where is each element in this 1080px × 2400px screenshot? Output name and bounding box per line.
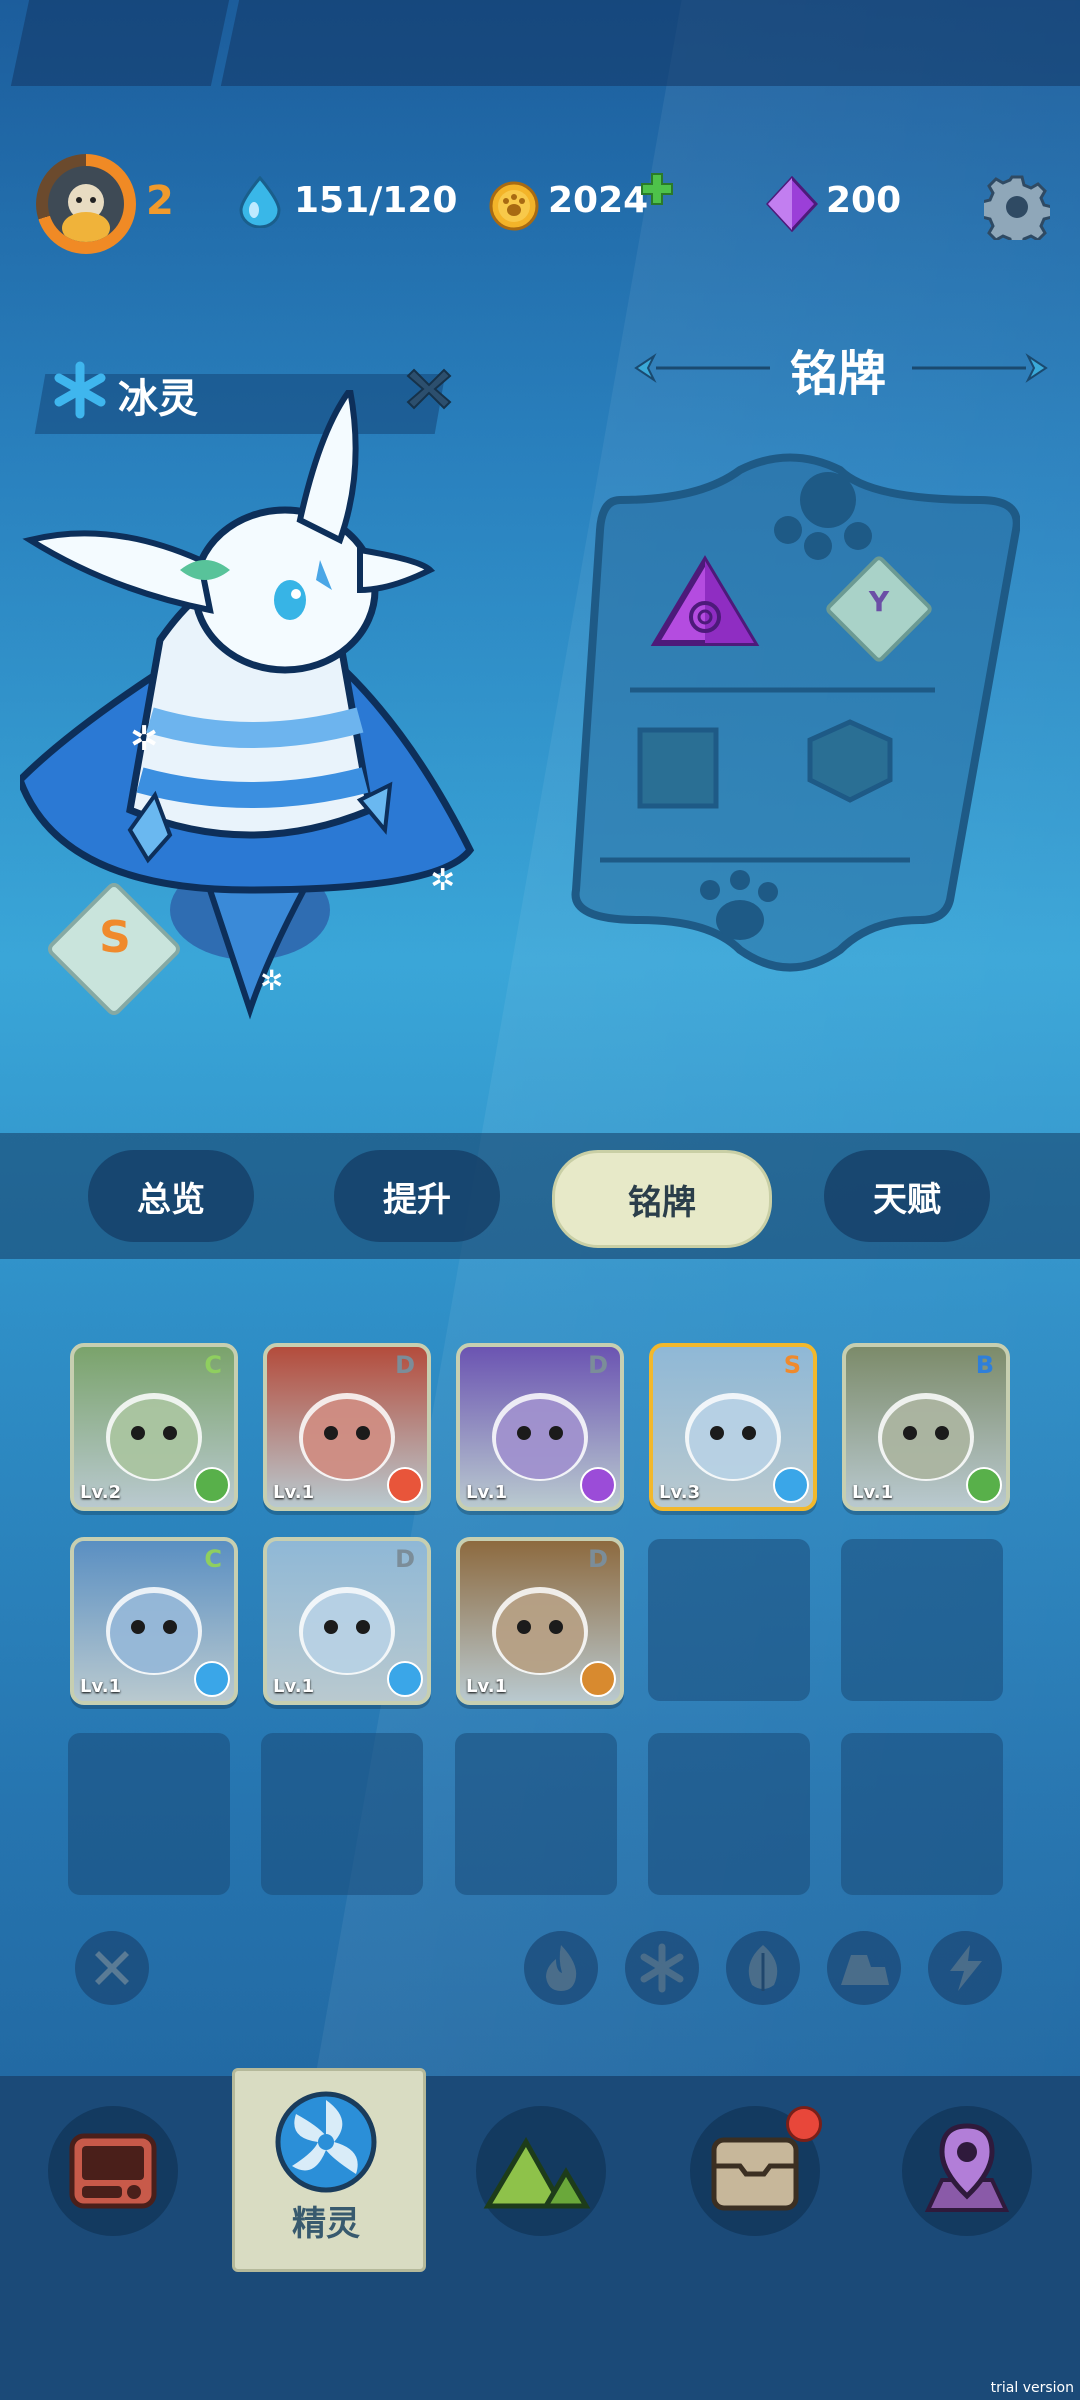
roster-card[interactable]: D Lv.1 xyxy=(456,1537,624,1705)
water-drop-icon xyxy=(239,176,281,228)
roster-card[interactable]: D Lv.1 xyxy=(263,1537,431,1705)
nav-creatures-label: 精灵 xyxy=(292,2204,360,2244)
card-level: Lv.1 xyxy=(273,1482,315,1503)
card-level: Lv.1 xyxy=(852,1482,894,1503)
ice-icon xyxy=(640,1943,684,1993)
filter-lightning-button[interactable] xyxy=(928,1931,1002,2005)
card-grade: D xyxy=(395,1351,415,1379)
creature-swirl-icon xyxy=(275,2091,377,2193)
level-segment xyxy=(10,0,230,86)
earth-element-icon xyxy=(580,1661,616,1697)
location-pin-icon xyxy=(924,2123,1010,2212)
roster-card[interactable]: C Lv.2 xyxy=(70,1343,238,1511)
card-level: Lv.1 xyxy=(80,1676,122,1697)
badge-letter: Y xyxy=(868,585,890,618)
notification-dot xyxy=(786,2106,822,2142)
card-grade: C xyxy=(204,1545,222,1573)
trial-watermark: trial version xyxy=(990,2380,1074,2396)
roster-card[interactable]: D Lv.1 xyxy=(456,1343,624,1511)
empty-slot xyxy=(841,1733,1003,1895)
card-grade: B xyxy=(975,1351,994,1379)
empty-slot xyxy=(68,1733,230,1895)
empty-slot xyxy=(648,1733,810,1895)
roster-card[interactable]: S Lv.3 xyxy=(649,1343,817,1511)
lightning-element-icon xyxy=(580,1467,616,1503)
card-level: Lv.1 xyxy=(273,1676,315,1697)
title-ornament-right xyxy=(912,353,1048,383)
card-level: Lv.3 xyxy=(659,1482,701,1503)
leaf-icon xyxy=(748,1945,778,1991)
card-grade: D xyxy=(395,1545,415,1573)
purple-gem-icon xyxy=(766,176,818,232)
nav-device-button[interactable] xyxy=(48,2106,178,2236)
player-avatar[interactable] xyxy=(36,154,136,254)
empty-slot xyxy=(455,1733,617,1895)
tab-overview[interactable]: 总览 xyxy=(88,1150,254,1242)
fire-icon xyxy=(546,1945,577,1991)
ice-element-icon xyxy=(387,1661,423,1697)
avatar-portrait xyxy=(48,166,124,242)
paw-coin-icon xyxy=(489,181,539,231)
ice-element-icon xyxy=(773,1467,809,1503)
tab-talent[interactable]: 天赋 xyxy=(824,1150,990,1242)
mountain-icon xyxy=(483,2137,591,2209)
purple-triangle-badge[interactable] xyxy=(650,555,760,655)
filter-leaf-button[interactable] xyxy=(726,1931,800,2005)
clear-filter-button[interactable] xyxy=(75,1931,149,2005)
lightning-icon xyxy=(950,1945,982,1991)
card-level: Lv.2 xyxy=(80,1482,122,1503)
clear-x-icon xyxy=(95,1951,129,1985)
leaf-element-icon xyxy=(966,1467,1002,1503)
card-grade: C xyxy=(204,1351,222,1379)
earth-icon xyxy=(841,1955,889,1985)
card-grade: D xyxy=(588,1351,608,1379)
empty-slot xyxy=(648,1539,810,1701)
add-coins-icon[interactable] xyxy=(640,172,674,206)
card-grade: D xyxy=(588,1545,608,1573)
coin-amount: 2024 xyxy=(548,180,649,221)
svg-text:✲: ✲ xyxy=(260,964,283,997)
leaf-element-icon xyxy=(194,1467,230,1503)
avatar-image xyxy=(62,184,110,242)
device-icon xyxy=(69,2133,157,2209)
svg-text:✲: ✲ xyxy=(130,719,159,759)
badge-panel xyxy=(571,453,1020,972)
ice-element-icon xyxy=(194,1661,230,1697)
nav-map-mountain-button[interactable] xyxy=(476,2106,606,2236)
filter-ice-button[interactable] xyxy=(625,1931,699,2005)
settings-gear-icon[interactable] xyxy=(984,174,1050,240)
empty-slot xyxy=(841,1539,1003,1701)
roster-card[interactable]: B Lv.1 xyxy=(842,1343,1010,1511)
nav-location-button[interactable] xyxy=(902,2106,1032,2236)
resources-segment xyxy=(220,0,1080,86)
card-level: Lv.1 xyxy=(466,1676,508,1697)
svg-text:✲: ✲ xyxy=(430,863,455,898)
gem-amount: 200 xyxy=(826,180,902,221)
filter-earth-button[interactable] xyxy=(827,1931,901,2005)
water-amount: 151/120 xyxy=(294,180,458,221)
roster-card[interactable]: D Lv.1 xyxy=(263,1343,431,1511)
fire-element-icon xyxy=(387,1467,423,1503)
card-grade: S xyxy=(783,1351,801,1379)
title-ornament-left xyxy=(634,353,770,383)
card-level: Lv.1 xyxy=(466,1482,508,1503)
tab-upgrade[interactable]: 提升 xyxy=(334,1150,500,1242)
creature-grade: S xyxy=(99,912,131,963)
empty-slot xyxy=(261,1733,423,1895)
tab-badge[interactable]: 铭牌 xyxy=(552,1150,772,1248)
badge-section-title: 铭牌 xyxy=(790,346,887,402)
player-level: 2 xyxy=(146,178,174,224)
roster-card[interactable]: C Lv.1 xyxy=(70,1537,238,1705)
filter-fire-button[interactable] xyxy=(524,1931,598,2005)
